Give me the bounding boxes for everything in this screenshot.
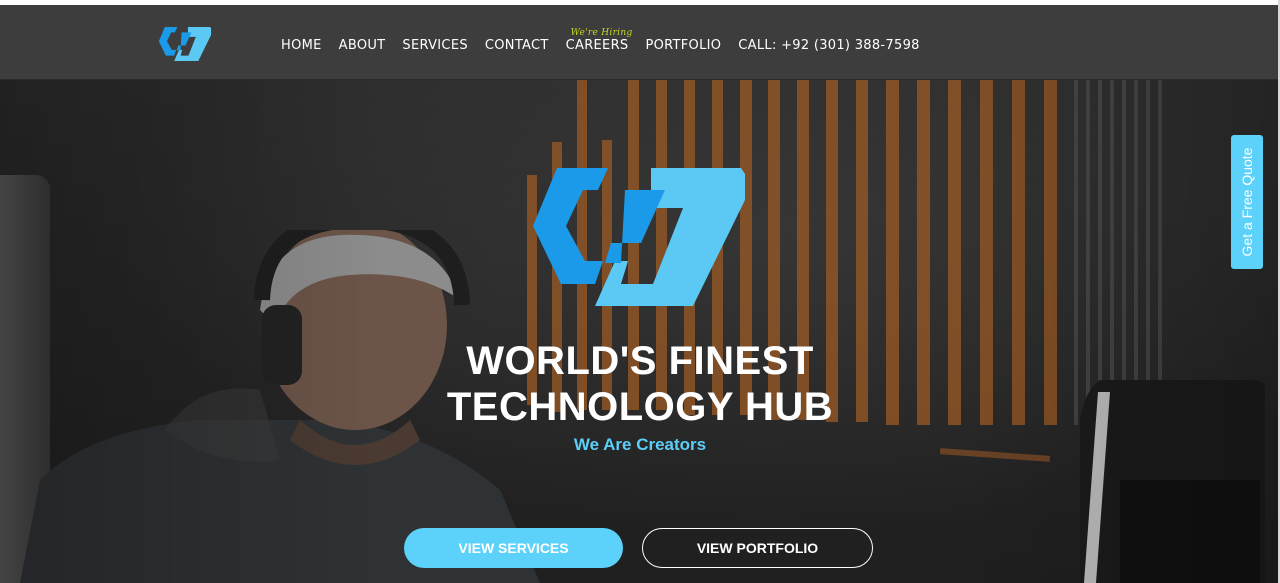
hero-logo-icon [533, 168, 745, 306]
view-services-button[interactable]: VIEW SERVICES [404, 528, 623, 568]
navbar: HOME ABOUT SERVICES CONTACT We're Hiring… [0, 5, 1278, 80]
nav-careers[interactable]: We're Hiring CAREERS [566, 28, 633, 58]
view-portfolio-button[interactable]: VIEW PORTFOLIO [642, 528, 873, 568]
nav-phone[interactable]: CALL: +92 (301) 388-7598 [738, 38, 919, 58]
hero-title-line2: TECHNOLOGY HUB [446, 385, 834, 429]
nav-about[interactable]: ABOUT [339, 38, 386, 58]
hero-title-line1: WORLD'S FINEST [466, 339, 814, 383]
nav-contact[interactable]: CONTACT [485, 38, 549, 58]
get-quote-tab[interactable]: Get a Free Quote [1231, 135, 1263, 269]
hero-vignette [0, 80, 1278, 583]
hiring-badge: We're Hiring [570, 28, 633, 38]
nav-menu: HOME ABOUT SERVICES CONTACT We're Hiring… [281, 28, 920, 58]
hero-section: WORLD'S FINEST TECHNOLOGY HUB We Are Cre… [0, 80, 1278, 583]
nav-home[interactable]: HOME [281, 38, 322, 58]
nav-portfolio[interactable]: PORTFOLIO [645, 38, 721, 58]
hero-subtitle: We Are Creators [573, 435, 707, 454]
nav-services[interactable]: SERVICES [402, 38, 467, 58]
hero-title: WORLD'S FINEST TECHNOLOGY HUB [340, 338, 940, 430]
brand-logo-icon[interactable] [158, 27, 212, 61]
get-quote-label: Get a Free Quote [1239, 147, 1255, 257]
